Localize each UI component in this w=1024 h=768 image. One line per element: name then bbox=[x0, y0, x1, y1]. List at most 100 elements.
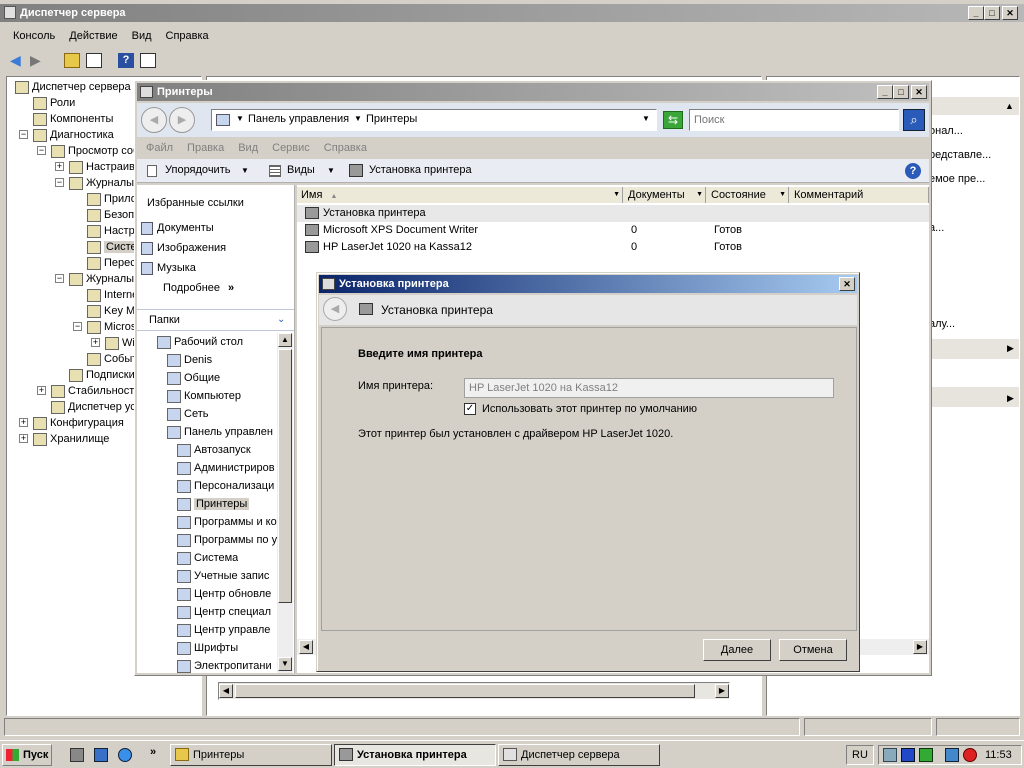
minimize-button[interactable]: _ bbox=[877, 85, 893, 99]
expand-toggle-icon[interactable]: + bbox=[55, 162, 64, 171]
tree-item[interactable]: − Диагностика bbox=[19, 127, 114, 143]
search-icon[interactable]: ⌕ bbox=[903, 109, 925, 131]
chevron-down-icon[interactable]: ▼ bbox=[613, 187, 620, 203]
action-item[interactable]: емое пре... bbox=[929, 173, 985, 185]
file-row[interactable]: HP LaserJet 1020 на Kassa12 0 Готов bbox=[297, 239, 929, 256]
folders-vscroll[interactable]: ▲ ▼ bbox=[277, 333, 293, 673]
taskbar-item-printers[interactable]: Принтеры bbox=[170, 744, 332, 766]
folder-item[interactable]: Центр обновле bbox=[177, 585, 271, 603]
expand-toggle-icon[interactable]: − bbox=[37, 146, 46, 155]
refresh-icon[interactable]: ⇆ bbox=[663, 111, 683, 129]
minimize-button[interactable]: _ bbox=[968, 6, 984, 20]
maximize-button[interactable]: □ bbox=[893, 85, 909, 99]
column-comment[interactable]: Комментарий bbox=[790, 187, 929, 203]
quick-launch-ie-icon[interactable] bbox=[118, 748, 132, 762]
tree-item[interactable]: Компоненты bbox=[33, 111, 113, 127]
organize-button[interactable]: Упорядочить bbox=[165, 164, 230, 176]
breadcrumb-arrow-icon[interactable]: ▼ bbox=[354, 114, 362, 123]
forward-arrow-icon[interactable]: ▶ bbox=[30, 53, 41, 67]
chevron-down-icon[interactable]: ▼ bbox=[327, 166, 335, 175]
close-button[interactable]: ✕ bbox=[911, 85, 927, 99]
folder-item[interactable]: Общие bbox=[167, 369, 220, 387]
tray-app-icon[interactable] bbox=[901, 748, 915, 762]
favorite-link-pictures[interactable]: Изображения bbox=[141, 239, 226, 257]
next-button[interactable]: Далее bbox=[703, 639, 771, 661]
tray-security-icon[interactable] bbox=[919, 748, 933, 762]
folder-item[interactable]: Рабочий стол bbox=[157, 333, 243, 351]
taskbar-item-add-printer[interactable]: Установка принтера bbox=[334, 744, 496, 766]
folder-item[interactable]: Учетные запис bbox=[177, 567, 269, 585]
maximize-button[interactable]: □ bbox=[984, 6, 1000, 20]
folder-item[interactable]: Система bbox=[177, 549, 238, 567]
folder-item[interactable]: Персонализаци bbox=[177, 477, 274, 495]
tree-item[interactable]: Подписки bbox=[69, 367, 135, 383]
search-input[interactable] bbox=[694, 111, 894, 129]
file-row[interactable]: Установка принтера bbox=[297, 205, 929, 222]
folder-item[interactable]: Центр управле bbox=[177, 621, 270, 639]
close-button[interactable]: ✕ bbox=[839, 277, 855, 291]
menu-help[interactable]: Справка bbox=[159, 26, 216, 46]
folder-item[interactable]: Электропитани bbox=[177, 657, 272, 673]
back-button-icon[interactable]: ◀ bbox=[323, 297, 347, 321]
show-tree-icon[interactable] bbox=[86, 53, 102, 68]
language-indicator[interactable]: RU bbox=[846, 745, 874, 765]
folder-item[interactable]: Компьютер bbox=[167, 387, 241, 405]
cancel-button[interactable]: Отмена bbox=[779, 639, 847, 661]
favorite-link-documents[interactable]: Документы bbox=[141, 219, 214, 237]
folder-item[interactable]: Denis bbox=[167, 351, 212, 369]
folder-item[interactable]: Принтеры bbox=[177, 495, 250, 513]
address-dropdown-icon[interactable]: ▼ bbox=[642, 114, 650, 123]
folder-item[interactable]: Программы и ко bbox=[177, 513, 277, 531]
scroll-thumb[interactable] bbox=[278, 349, 292, 603]
folders-tree[interactable]: Рабочий стол Denis Общие Компьютер Сеть Панел… bbox=[137, 333, 277, 673]
close-button[interactable]: ✕ bbox=[1002, 6, 1018, 20]
quick-launch-desktop-icon[interactable] bbox=[94, 748, 108, 762]
scroll-right-button[interactable]: ▶ bbox=[715, 684, 729, 698]
folder-item[interactable]: Шрифты bbox=[177, 639, 238, 657]
tree-item[interactable]: Диспетчер устр bbox=[51, 399, 147, 415]
action-item[interactable]: онал... bbox=[929, 125, 963, 137]
breadcrumb-arrow-icon[interactable]: ▼ bbox=[236, 114, 244, 123]
action-item[interactable]: редставле... bbox=[929, 149, 991, 161]
add-printer-button[interactable]: Установка принтера bbox=[369, 164, 472, 176]
back-arrow-icon[interactable]: ◀ bbox=[10, 53, 21, 67]
menu-tools[interactable]: Сервис bbox=[265, 139, 317, 157]
scroll-down-button[interactable]: ▼ bbox=[278, 657, 292, 671]
column-state[interactable]: Состояние ▼ bbox=[707, 187, 789, 203]
scroll-up-button[interactable]: ▲ bbox=[278, 333, 292, 347]
expand-toggle-icon[interactable]: − bbox=[73, 322, 82, 331]
expand-toggle-icon[interactable]: − bbox=[55, 178, 64, 187]
tree-item[interactable]: Роли bbox=[33, 95, 75, 111]
file-row[interactable]: Microsoft XPS Document Writer 0 Готов bbox=[297, 222, 929, 239]
scroll-right-button[interactable]: ▶ bbox=[913, 640, 927, 654]
up-folder-icon[interactable] bbox=[64, 53, 80, 68]
tray-monitor-icon[interactable] bbox=[945, 748, 959, 762]
column-name[interactable]: Имя ▲ ▼ bbox=[297, 187, 623, 203]
chevron-down-icon[interactable]: ▼ bbox=[779, 187, 786, 203]
menu-view[interactable]: Вид bbox=[125, 26, 159, 46]
chevron-down-icon[interactable]: ⌄ bbox=[277, 314, 285, 325]
help-icon[interactable]: ? bbox=[118, 53, 134, 68]
properties-icon[interactable] bbox=[140, 53, 156, 68]
search-box[interactable] bbox=[689, 109, 899, 131]
chevron-down-icon[interactable]: ▼ bbox=[241, 166, 249, 175]
scroll-left-button[interactable]: ◀ bbox=[219, 684, 233, 698]
menu-file[interactable]: Файл bbox=[139, 139, 180, 157]
address-bar[interactable]: ▼ Панель управления ▼ Принтеры ▼ bbox=[211, 109, 657, 131]
scroll-left-button[interactable]: ◀ bbox=[299, 640, 313, 654]
submenu-arrow-icon[interactable]: ▶ bbox=[1007, 393, 1014, 404]
help-icon[interactable]: ? bbox=[905, 163, 921, 179]
taskbar-item-server-manager[interactable]: Диспетчер сервера bbox=[498, 744, 660, 766]
column-documents[interactable]: Документы ▼ bbox=[624, 187, 706, 203]
expand-toggle-icon[interactable]: + bbox=[37, 386, 46, 395]
more-link[interactable]: Подробнее» bbox=[163, 279, 234, 297]
menu-edit[interactable]: Правка bbox=[180, 139, 231, 157]
back-button-icon[interactable]: ◀ bbox=[141, 107, 167, 133]
expand-toggle-icon[interactable]: + bbox=[91, 338, 100, 347]
tray-alert-icon[interactable] bbox=[963, 748, 977, 762]
expand-toggle-icon[interactable]: − bbox=[55, 274, 64, 283]
folder-item[interactable]: Панель управлен bbox=[167, 423, 273, 441]
folder-item[interactable]: Сеть bbox=[167, 405, 208, 423]
tray-network-icon[interactable] bbox=[883, 748, 897, 762]
printer-name-input[interactable] bbox=[464, 378, 834, 398]
